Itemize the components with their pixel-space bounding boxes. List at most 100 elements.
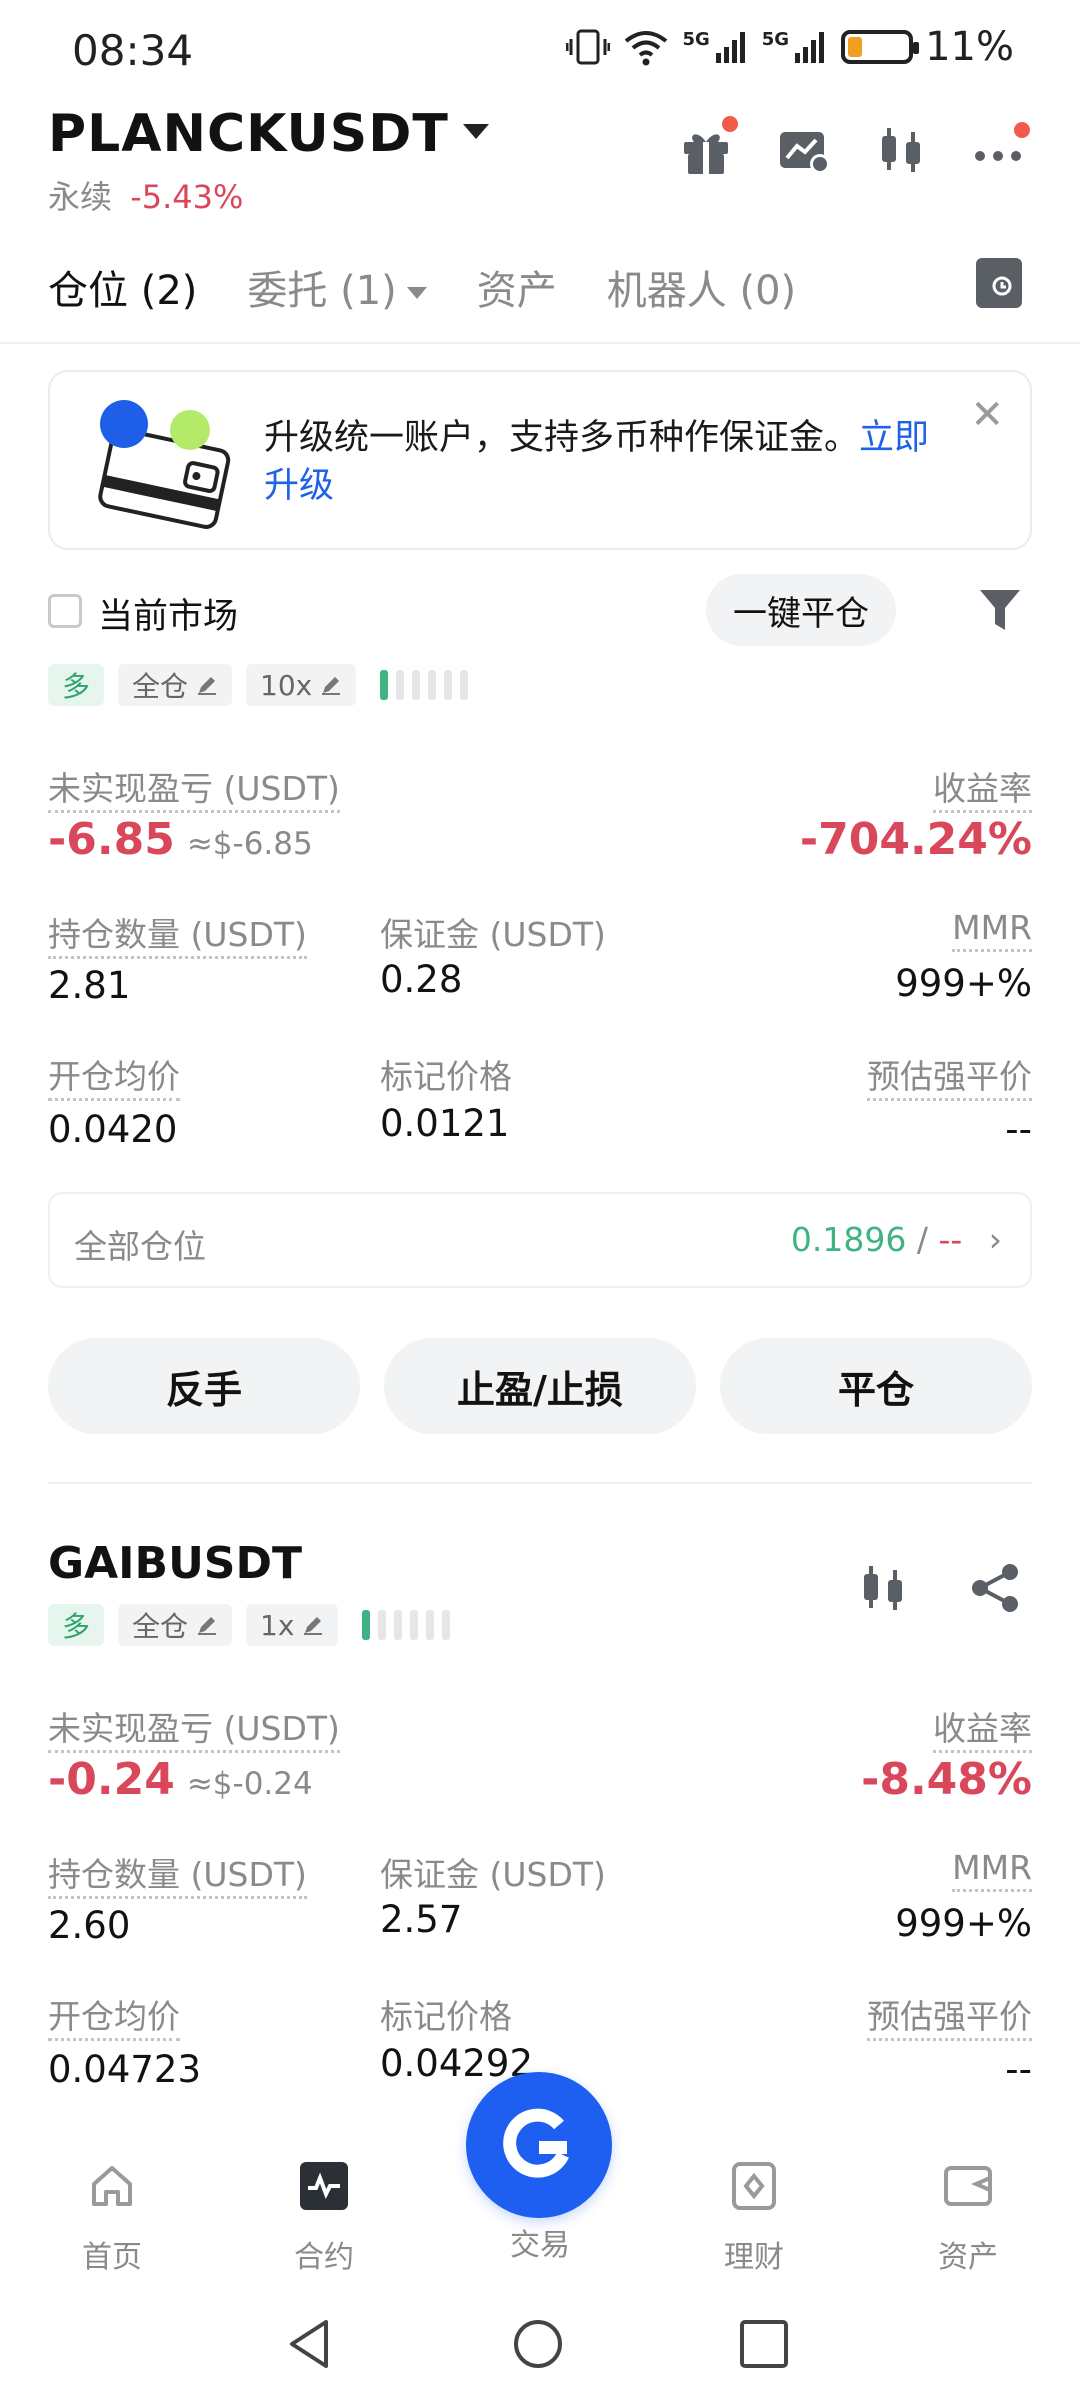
position-1-badges: 多 全仓 10x	[48, 664, 469, 706]
back-icon[interactable]	[282, 2316, 338, 2372]
leverage-badge[interactable]: 1x	[246, 1604, 339, 1646]
notification-dot	[1014, 122, 1030, 138]
nav-earn-label: 理财	[724, 2240, 784, 2275]
leverage-label: 10x	[260, 668, 313, 702]
wifi-icon	[625, 31, 668, 66]
close-icon[interactable]: ✕	[970, 392, 1004, 438]
size-value: 2.60	[48, 1904, 131, 1947]
network-type-1: 5G	[682, 28, 710, 50]
tabs-divider	[0, 342, 1080, 344]
symbol-selector[interactable]: PLANCKUSDT	[48, 104, 489, 164]
position-divider	[48, 1482, 1032, 1484]
current-market-checkbox[interactable]	[48, 594, 82, 628]
margin-label: 保证金 (USDT)	[380, 915, 606, 954]
nav-home[interactable]: 首页	[42, 2160, 182, 2276]
all-positions-summary: 0.1896 / -- ›	[791, 1220, 1002, 1259]
mark-price-label: 标记价格	[380, 1057, 512, 1096]
upgrade-banner[interactable]: 升级统一账户，支持多币种作保证金。立即升级 ✕	[48, 370, 1032, 550]
gift-icon[interactable]	[678, 116, 738, 178]
liq-price-label: 预估强平价	[867, 1990, 1032, 2041]
reverse-position-button[interactable]: 反手	[48, 1338, 360, 1434]
margin-mode-label: 全仓	[132, 1610, 189, 1643]
unrealized-pnl-usd: ≈$-0.24	[186, 1766, 313, 1802]
chart-settings-icon[interactable]	[776, 122, 832, 178]
trade-icon	[503, 2108, 569, 2178]
share-icon[interactable]	[968, 1560, 1024, 1620]
margin-mode-badge[interactable]: 全仓	[118, 1604, 233, 1646]
vibrate-icon	[566, 29, 611, 65]
all-positions-value: 0.1896	[790, 1220, 907, 1259]
price-change: -5.43%	[130, 178, 244, 216]
direction-badge: 多	[48, 664, 105, 706]
home-circle-icon[interactable]	[510, 2316, 566, 2372]
size-value: 2.81	[48, 964, 131, 1007]
battery-level: 11%	[925, 24, 1014, 70]
more-icon[interactable]	[972, 122, 1030, 178]
nav-assets[interactable]: 资产	[898, 2160, 1038, 2276]
size-label: 持仓数量 (USDT)	[48, 908, 307, 959]
candlestick-icon[interactable]	[856, 1560, 912, 1620]
mmr-value: 999+%	[895, 962, 1032, 1005]
position-tabs: 仓位 (2) 委托 (1) 资产 机器人 (0)	[48, 258, 796, 316]
nav-home-label: 首页	[82, 2240, 142, 2275]
banner-text: 升级统一账户，支持多币种作保证金。	[264, 418, 860, 458]
unrealized-pnl-label: 未实现盈亏 (USDT)	[48, 762, 340, 813]
roe-value: -704.24%	[799, 814, 1032, 865]
tab-assets[interactable]: 资产	[477, 258, 557, 316]
caret-down-icon	[406, 287, 427, 299]
tab-bots[interactable]: 机器人 (0)	[607, 258, 796, 316]
symbol-subline: 永续 -5.43%	[48, 172, 243, 218]
nav-trade[interactable]: 交易	[470, 2220, 610, 2264]
tab-positions[interactable]: 仓位 (2)	[48, 258, 197, 316]
current-market-label: 当前市场	[98, 597, 239, 637]
home-icon	[92, 2166, 132, 2206]
recents-icon[interactable]	[738, 2318, 790, 2370]
entry-price-value: 0.04723	[48, 2048, 202, 2091]
wallet-illustration-icon	[98, 400, 231, 529]
liq-price-value: --	[1005, 2048, 1032, 2091]
all-positions-dash: --	[938, 1220, 963, 1259]
tab-orders[interactable]: 委托 (1)	[247, 258, 427, 316]
edit-icon	[198, 677, 217, 695]
leverage-badge[interactable]: 10x	[246, 664, 357, 706]
close-all-button[interactable]: 一键平仓	[706, 574, 896, 646]
mmr-label: MMR	[952, 908, 1032, 952]
margin-mode-badge[interactable]: 全仓	[118, 664, 233, 706]
candlestick-icon[interactable]	[874, 122, 930, 178]
mmr-label: MMR	[952, 1848, 1032, 1892]
mark-price-value: 0.0121	[380, 1102, 510, 1145]
trade-fab-button[interactable]	[466, 2072, 612, 2218]
edit-icon	[322, 677, 341, 695]
network-type-2: 5G	[761, 28, 790, 50]
unrealized-pnl: -0.24 ≈$-0.24	[48, 1754, 313, 1805]
status-time: 08:34	[72, 26, 194, 75]
all-positions-label: 全部仓位	[74, 1227, 206, 1266]
roe-label: 收益率	[933, 762, 1032, 813]
entry-price-label: 开仓均价	[48, 1990, 180, 2041]
all-positions-row[interactable]: 全部仓位 0.1896 / -- ›	[48, 1192, 1032, 1288]
caret-down-icon	[462, 123, 489, 139]
filter-funnel-icon[interactable]	[978, 586, 1022, 634]
unrealized-pnl-value: -6.85	[48, 814, 175, 865]
futures-icon	[300, 2162, 348, 2210]
close-position-button[interactable]: 平仓	[720, 1338, 1032, 1434]
notification-dot	[722, 116, 738, 132]
entry-price-value: 0.0420	[48, 1108, 178, 1151]
position-2-badges: 多 全仓 1x	[48, 1604, 451, 1646]
leverage-label: 1x	[260, 1608, 295, 1642]
tab-orders-label: 委托 (1)	[247, 268, 397, 314]
nav-futures-label: 合约	[294, 2240, 354, 2275]
position-2-symbol[interactable]: GAIBUSDT	[48, 1538, 302, 1589]
entry-price-label: 开仓均价	[48, 1050, 180, 1101]
earn-icon	[732, 2162, 776, 2210]
signal-icon	[795, 32, 825, 63]
nav-trade-label: 交易	[510, 2228, 570, 2263]
size-label: 持仓数量 (USDT)	[48, 1848, 307, 1899]
margin-value: 2.57	[380, 1898, 463, 1941]
tp-sl-button[interactable]: 止盈/止损	[384, 1338, 696, 1434]
history-doc-icon[interactable]	[976, 258, 1022, 308]
unrealized-pnl-usd: ≈$-6.85	[186, 826, 313, 862]
nav-earn[interactable]: 理财	[684, 2160, 824, 2276]
nav-assets-label: 资产	[938, 2240, 998, 2275]
nav-futures[interactable]: 合约	[254, 2160, 394, 2276]
